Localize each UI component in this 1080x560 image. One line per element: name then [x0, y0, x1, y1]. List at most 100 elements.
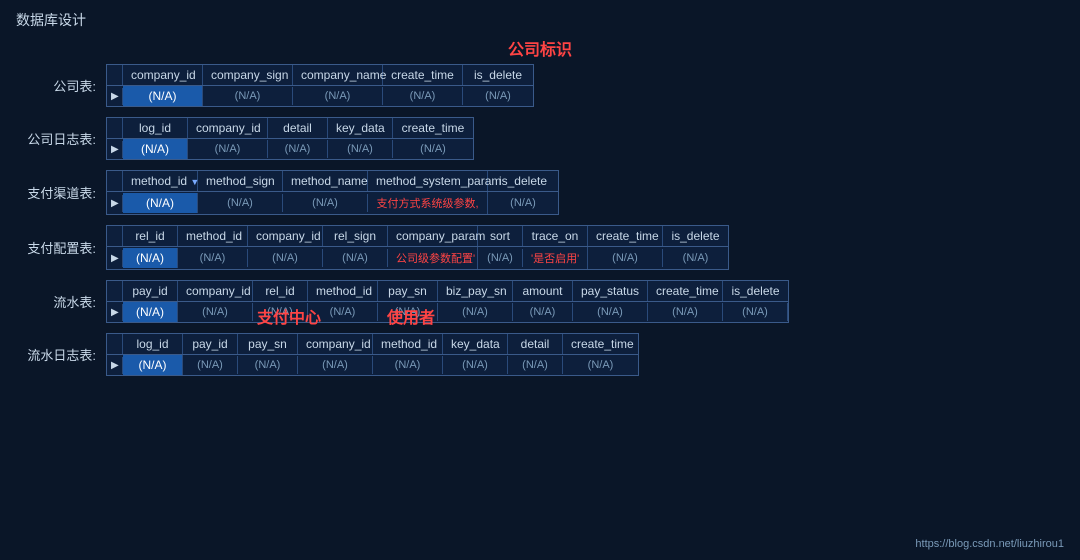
col-header-5: biz_pay_sn [438, 281, 513, 301]
table-label-5: 流水日志表: [16, 345, 106, 364]
col-cell-8: (N/A) [648, 303, 723, 321]
arrow-cell-body: ▶ [107, 304, 123, 321]
col-header-3: method_id [308, 281, 378, 301]
col-cell-1: (N/A) [178, 249, 248, 267]
col-header-3: key_data [328, 118, 393, 138]
table-group-1: 公司日志表:log_idcompany_iddetailkey_datacrea… [16, 117, 1064, 160]
table-group-5: 流水日志表:log_idpay_idpay_sncompany_idmethod… [16, 333, 1064, 376]
col-cell-3: 支付方式系统级参数, [368, 192, 488, 214]
arrow-cell-body: ▶ [107, 357, 123, 374]
col-header-0: method_id ▼ [123, 171, 198, 191]
db-table-body-2: ▶(N/A)(N/A)(N/A)支付方式系统级参数,(N/A) [107, 192, 558, 214]
col-cell-2: (N/A) [268, 140, 328, 158]
arrow-cell [107, 118, 123, 138]
col-cell-9: (N/A) [723, 303, 788, 321]
table-group-4: 流水表:pay_idcompany_idrel_idmethod_idpay_s… [16, 280, 1064, 323]
col-header-1: method_sign [198, 171, 283, 191]
col-cell-6: (N/A) [513, 303, 573, 321]
col-cell-7: (N/A) [573, 303, 648, 321]
db-table-header-0: company_idcompany_signcompany_namecreate… [107, 65, 533, 86]
content-area: 公司表:company_idcompany_signcompany_namecr… [0, 64, 1080, 376]
db-table-body-1: ▶(N/A)(N/A)(N/A)(N/A)(N/A) [107, 139, 473, 159]
col-header-5: key_data [443, 334, 508, 354]
col-header-5: sort [478, 226, 523, 246]
col-header-6: trace_on [523, 226, 588, 246]
arrow-cell [107, 334, 123, 354]
col-header-6: amount [513, 281, 573, 301]
db-table-header-4: pay_idcompany_idrel_idmethod_idpay_snbiz… [107, 281, 788, 302]
col-cell-0: (N/A) [123, 139, 188, 159]
table-label-3: 支付配置表: [16, 238, 106, 257]
db-table-header-1: log_idcompany_iddetailkey_datacreate_tim… [107, 118, 473, 139]
col-cell-0: (N/A) [123, 248, 178, 268]
col-cell-4: (N/A) [373, 356, 443, 374]
col-cell-7: (N/A) [563, 356, 638, 374]
col-cell-1: (N/A) [198, 194, 283, 212]
col-cell-1: (N/A) [183, 356, 238, 374]
col-header-4: method_id [373, 334, 443, 354]
db-table-4: pay_idcompany_idrel_idmethod_idpay_snbiz… [106, 280, 789, 323]
col-header-3: company_id [298, 334, 373, 354]
col-cell-4: 公司级参数配置' [388, 247, 478, 269]
db-table-1: log_idcompany_iddetailkey_datacreate_tim… [106, 117, 474, 160]
table-group-3: 支付配置表:rel_idmethod_idcompany_idrel_signc… [16, 225, 1064, 270]
col-header-2: company_name [293, 65, 383, 85]
col-cell-2: (N/A) [238, 356, 298, 374]
col-cell-5: (N/A) [478, 249, 523, 267]
col-header-8: is_delete [663, 226, 728, 246]
page-title: 数据库设计 [0, 0, 1080, 36]
col-header-7: create_time [563, 334, 638, 354]
col-header-4: pay_sn [378, 281, 438, 301]
col-cell-0: (N/A) [123, 355, 183, 375]
col-header-2: detail [268, 118, 328, 138]
db-table-body-0: ▶(N/A)(N/A)(N/A)(N/A)(N/A) [107, 86, 533, 106]
table-label-1: 公司日志表: [16, 129, 106, 148]
db-table-0: company_idcompany_signcompany_namecreate… [106, 64, 534, 107]
arrow-cell-body: ▶ [107, 141, 123, 158]
col-cell-8: (N/A) [663, 249, 728, 267]
db-table-body-5: ▶(N/A)(N/A)(N/A)(N/A)(N/A)(N/A)(N/A)(N/A… [107, 355, 638, 375]
col-cell-4: (N/A) [488, 194, 558, 212]
col-header-2: pay_sn [238, 334, 298, 354]
col-cell-0: (N/A) [123, 302, 178, 322]
col-cell-3: (N/A) [298, 356, 373, 374]
col-header-0: log_id [123, 334, 183, 354]
db-table-body-3: ▶(N/A)(N/A)(N/A)(N/A)公司级参数配置'(N/A)'是否启用'… [107, 247, 728, 269]
col-cell-3: (N/A) [328, 140, 393, 158]
col-cell-4: (N/A) [378, 303, 438, 321]
col-header-0: pay_id [123, 281, 178, 301]
col-header-7: create_time [588, 226, 663, 246]
col-cell-2: (N/A) [293, 87, 383, 105]
col-header-1: pay_id [183, 334, 238, 354]
col-cell-1: (N/A) [188, 140, 268, 158]
col-header-6: detail [508, 334, 563, 354]
col-cell-5: (N/A) [438, 303, 513, 321]
arrow-cell-body: ▶ [107, 250, 123, 267]
table-label-4: 流水表: [16, 292, 106, 311]
col-header-3: method_system_param [368, 171, 488, 191]
col-header-9: is_delete [723, 281, 788, 301]
col-cell-6: '是否启用' [523, 247, 588, 269]
col-header-2: method_name [283, 171, 368, 191]
arrow-cell [107, 65, 123, 85]
col-cell-0: (N/A) [123, 193, 198, 213]
db-table-3: rel_idmethod_idcompany_idrel_signcompany… [106, 225, 729, 270]
col-header-0: rel_id [123, 226, 178, 246]
center-label: 公司标识 [0, 36, 1080, 60]
col-cell-3: (N/A) [383, 87, 463, 105]
col-cell-7: (N/A) [588, 249, 663, 267]
db-table-header-5: log_idpay_idpay_sncompany_idmethod_idkey… [107, 334, 638, 355]
db-table-5: log_idpay_idpay_sncompany_idmethod_idkey… [106, 333, 639, 376]
col-cell-2: (N/A) [248, 249, 323, 267]
arrow-cell [107, 281, 123, 301]
col-cell-4: (N/A) [463, 87, 533, 105]
col-header-0: log_id [123, 118, 188, 138]
col-header-1: company_id [188, 118, 268, 138]
col-cell-4: (N/A) [393, 140, 473, 158]
col-cell-3: (N/A) [323, 249, 388, 267]
db-table-body-4: ▶(N/A)(N/A)(N/A)(N/A)(N/A)(N/A)(N/A)(N/A… [107, 302, 788, 322]
col-cell-1: (N/A) [178, 303, 253, 321]
col-header-7: pay_status [573, 281, 648, 301]
col-header-4: company_param [388, 226, 478, 246]
arrow-cell [107, 171, 123, 191]
